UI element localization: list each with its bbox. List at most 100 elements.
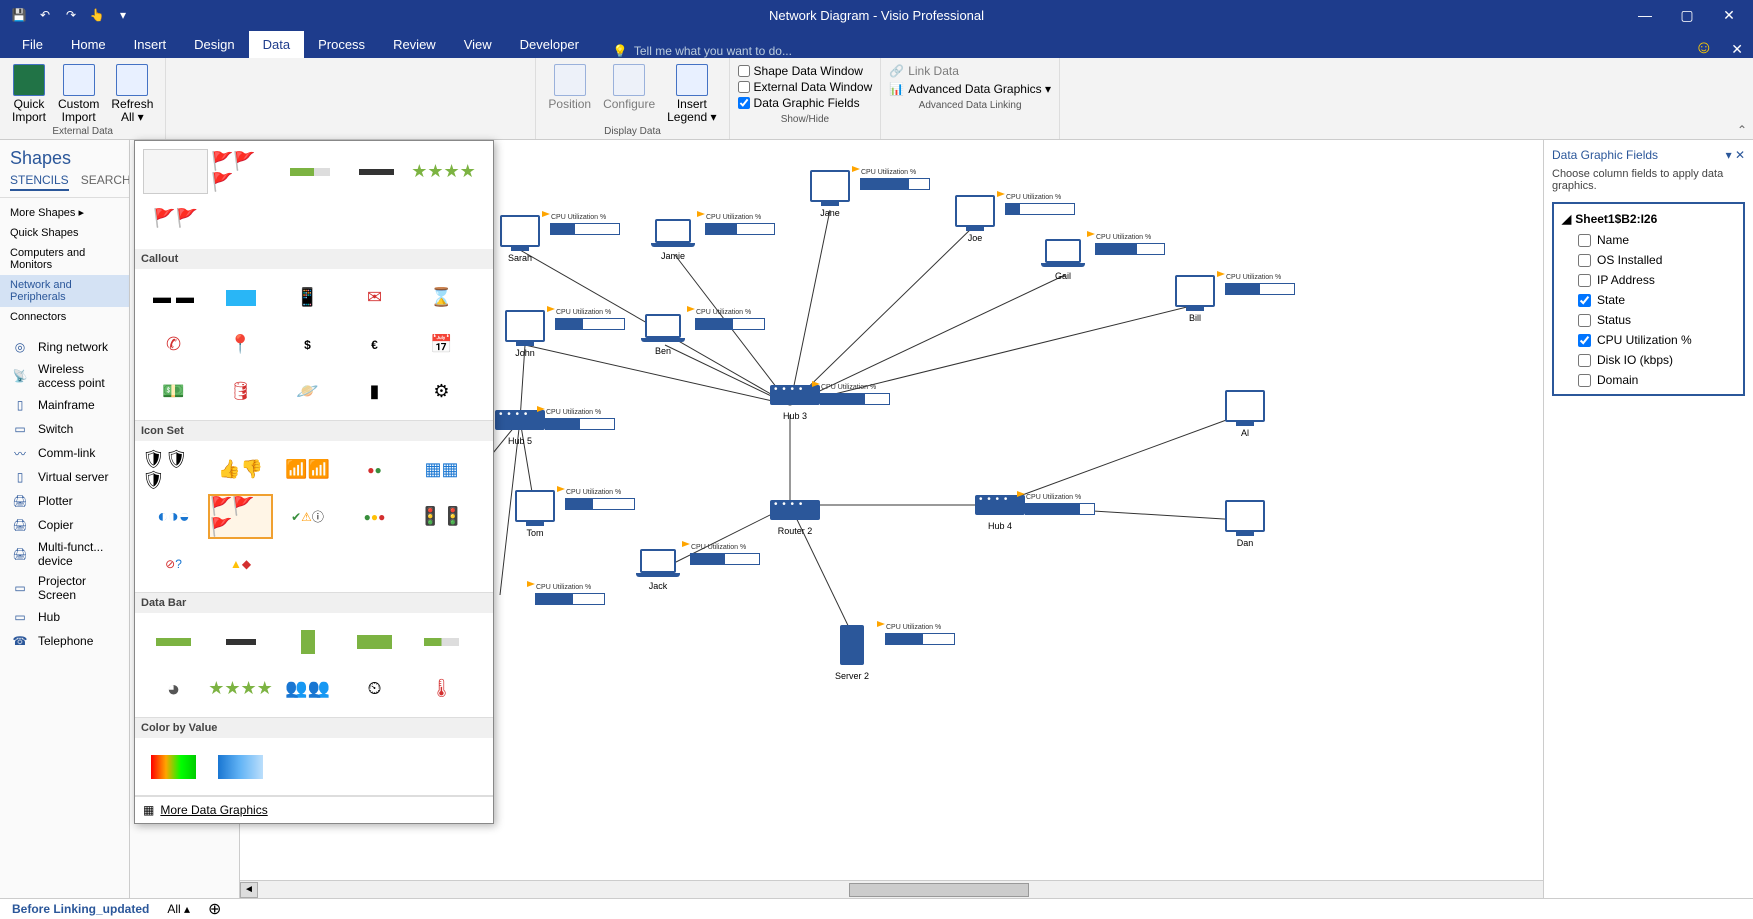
diagram-node-jane[interactable]: Jane CPU Utilization % [810, 170, 850, 218]
callout-phone-icon[interactable]: 📱 [275, 275, 340, 320]
custom-import-button[interactable]: Custom Import [54, 62, 103, 126]
databar-4[interactable] [342, 619, 407, 664]
gallery-flags-1[interactable]: 🚩🚩🚩 [210, 149, 275, 194]
shape-item[interactable]: 🖨Multi-funct... device [0, 537, 129, 571]
diagram-node-tom[interactable]: Tom CPU Utilization % [515, 490, 555, 538]
databar-1[interactable] [141, 619, 206, 664]
color-blues[interactable] [208, 744, 273, 789]
gallery-stars[interactable]: ★★★★ [411, 149, 476, 194]
callout-money-icon[interactable]: 💵 [141, 369, 206, 414]
external-data-window-checkbox[interactable]: External Data Window [738, 80, 873, 94]
minimize-button[interactable]: — [1625, 2, 1665, 28]
iconset-pies[interactable]: ◐◑◒ [141, 494, 206, 539]
gallery-text-1[interactable] [344, 149, 409, 194]
callout-dollar-icon[interactable]: $ [275, 322, 340, 367]
tab-review[interactable]: Review [379, 31, 450, 58]
redo-button[interactable]: ↷ [60, 4, 82, 26]
add-page-button[interactable]: ⊕ [208, 899, 221, 919]
link-data-button[interactable]: 🔗Link Data [889, 64, 1051, 78]
callout-planet-icon[interactable]: 🪐 [275, 369, 340, 414]
callout-text[interactable]: ▬ ▬ [141, 275, 206, 320]
gallery-none[interactable] [143, 149, 208, 194]
iconset-traffic-dots[interactable]: ●●● [342, 494, 407, 539]
callout-hourglass-icon[interactable]: ⌛ [409, 275, 474, 320]
callout-badge[interactable] [208, 275, 273, 320]
tell-me-search[interactable]: 💡Tell me what you want to do... [613, 44, 792, 58]
shape-item[interactable]: 🖨Plotter [0, 489, 129, 513]
field-checkbox[interactable]: Name [1558, 230, 1739, 250]
callout-mail-icon[interactable]: ✉ [342, 275, 407, 320]
tab-file[interactable]: File [8, 31, 57, 58]
diagram-node-joe[interactable]: Joe CPU Utilization % [955, 195, 995, 243]
diagram-node-gail[interactable]: Gail CPU Utilization % [1045, 235, 1081, 281]
iconset-grid[interactable]: ▦▦ [409, 447, 474, 492]
diagram-node-hub3[interactable]: Hub 3 CPU Utilization % [770, 385, 820, 421]
stencil-connectors[interactable]: Connectors [0, 307, 129, 327]
shape-data-window-checkbox[interactable]: Shape Data Window [738, 64, 873, 78]
close-document-button[interactable]: ✕ [1731, 41, 1743, 58]
tab-view[interactable]: View [450, 31, 506, 58]
diagram-node-hub4[interactable]: Hub 4 CPU Utilization % [975, 495, 1025, 531]
callout-gear-icon[interactable]: ⚙ [409, 369, 474, 414]
shape-item[interactable]: ☎Telephone [0, 629, 129, 653]
field-checkbox[interactable]: OS Installed [1558, 250, 1739, 270]
stencils-tab[interactable]: STENCILS [10, 173, 69, 191]
gallery-bar-1[interactable] [277, 149, 342, 194]
refresh-all-button[interactable]: Refresh All ▾ [107, 62, 157, 126]
diagram-node-jamie[interactable]: Jamie CPU Utilization % [655, 215, 691, 261]
iconset-thumbs[interactable]: 👍👎 [208, 447, 273, 492]
search-tab[interactable]: SEARCH [81, 173, 130, 191]
callout-phone2-icon[interactable]: ✆ [141, 322, 206, 367]
color-rainbow[interactable] [141, 744, 206, 789]
shape-item[interactable]: ▯Mainframe [0, 393, 129, 417]
field-checkbox[interactable]: CPU Utilization % [1558, 330, 1739, 350]
field-checkbox[interactable]: IP Address [1558, 270, 1739, 290]
iconset-flags-selected[interactable]: 🚩🚩🚩 [208, 494, 273, 539]
horizontal-scrollbar[interactable]: ◄ ► [240, 880, 1753, 898]
diagram-node-dan[interactable]: Dan [1225, 500, 1265, 548]
tab-developer[interactable]: Developer [506, 31, 593, 58]
diagram-node-hub5[interactable]: Hub 5 CPU Utilization % [495, 410, 545, 446]
iconset-shapes[interactable]: ▲◆ [208, 541, 273, 586]
databar-2[interactable] [208, 619, 273, 664]
shape-item[interactable]: 〰Comm-link [0, 441, 129, 465]
more-data-graphics-button[interactable]: ▦ More Data Graphics [135, 796, 493, 823]
more-shapes-button[interactable]: More Shapes ▸ [0, 202, 129, 223]
callout-calendar-icon[interactable]: 📅 [409, 322, 474, 367]
callout-euro-icon[interactable]: € [342, 322, 407, 367]
diagram-node-al[interactable]: Al [1225, 390, 1265, 438]
save-button[interactable]: 💾 [8, 4, 30, 26]
diagram-node-router2[interactable]: Router 2 [770, 500, 820, 536]
undo-button[interactable]: ↶ [34, 4, 56, 26]
data-graphic-fields-checkbox[interactable]: Data Graphic Fields [738, 96, 873, 110]
diagram-node-john[interactable]: John CPU Utilization % [505, 310, 545, 358]
databar-stars[interactable]: ★★★★ [208, 666, 273, 711]
qat-customize-button[interactable]: ▾ [112, 4, 134, 26]
advanced-data-graphics-button[interactable]: 📊Advanced Data Graphics ▾ [889, 82, 1051, 96]
iconset-traffic-lights[interactable]: 🚦🚦 [409, 494, 474, 539]
tab-home[interactable]: Home [57, 31, 120, 58]
configure-button[interactable]: Configure [599, 62, 659, 113]
iconset-cancel[interactable]: ⊘? [141, 541, 206, 586]
iconset-toggles[interactable]: ●● [342, 447, 407, 492]
iconset-shields[interactable]: 🛡🛡🛡 [141, 447, 206, 492]
diagram-node-sarah[interactable]: Sarah CPU Utilization % [500, 215, 540, 263]
databar-thermo[interactable]: 🌡 [409, 666, 474, 711]
databar-gauge[interactable]: ⏲ [342, 666, 407, 711]
shape-item[interactable]: ◎Ring network [0, 335, 129, 359]
databar-5[interactable] [409, 619, 474, 664]
scroll-thumb[interactable] [849, 883, 1029, 897]
diagram-node-server2[interactable]: Server 2 CPU Utilization % [835, 625, 869, 681]
databar-pie[interactable]: ◕ [141, 666, 206, 711]
callout-pin-icon[interactable]: 📍 [208, 322, 273, 367]
quick-shapes-button[interactable]: Quick Shapes [0, 223, 129, 243]
touch-mode-button[interactable]: 👆 [86, 4, 108, 26]
stencil-computers[interactable]: Computers and Monitors [0, 243, 129, 275]
sheet-tab[interactable]: Before Linking_updated [12, 902, 149, 916]
tab-process[interactable]: Process [304, 31, 379, 58]
data-source-header[interactable]: ◢Sheet1$B2:I26 [1558, 208, 1739, 230]
panel-dropdown-icon[interactable]: ▾ [1726, 148, 1732, 162]
diagram-node-ben[interactable]: Ben CPU Utilization % [645, 310, 681, 356]
field-checkbox[interactable]: State [1558, 290, 1739, 310]
panel-close-button[interactable]: ✕ [1735, 148, 1745, 162]
